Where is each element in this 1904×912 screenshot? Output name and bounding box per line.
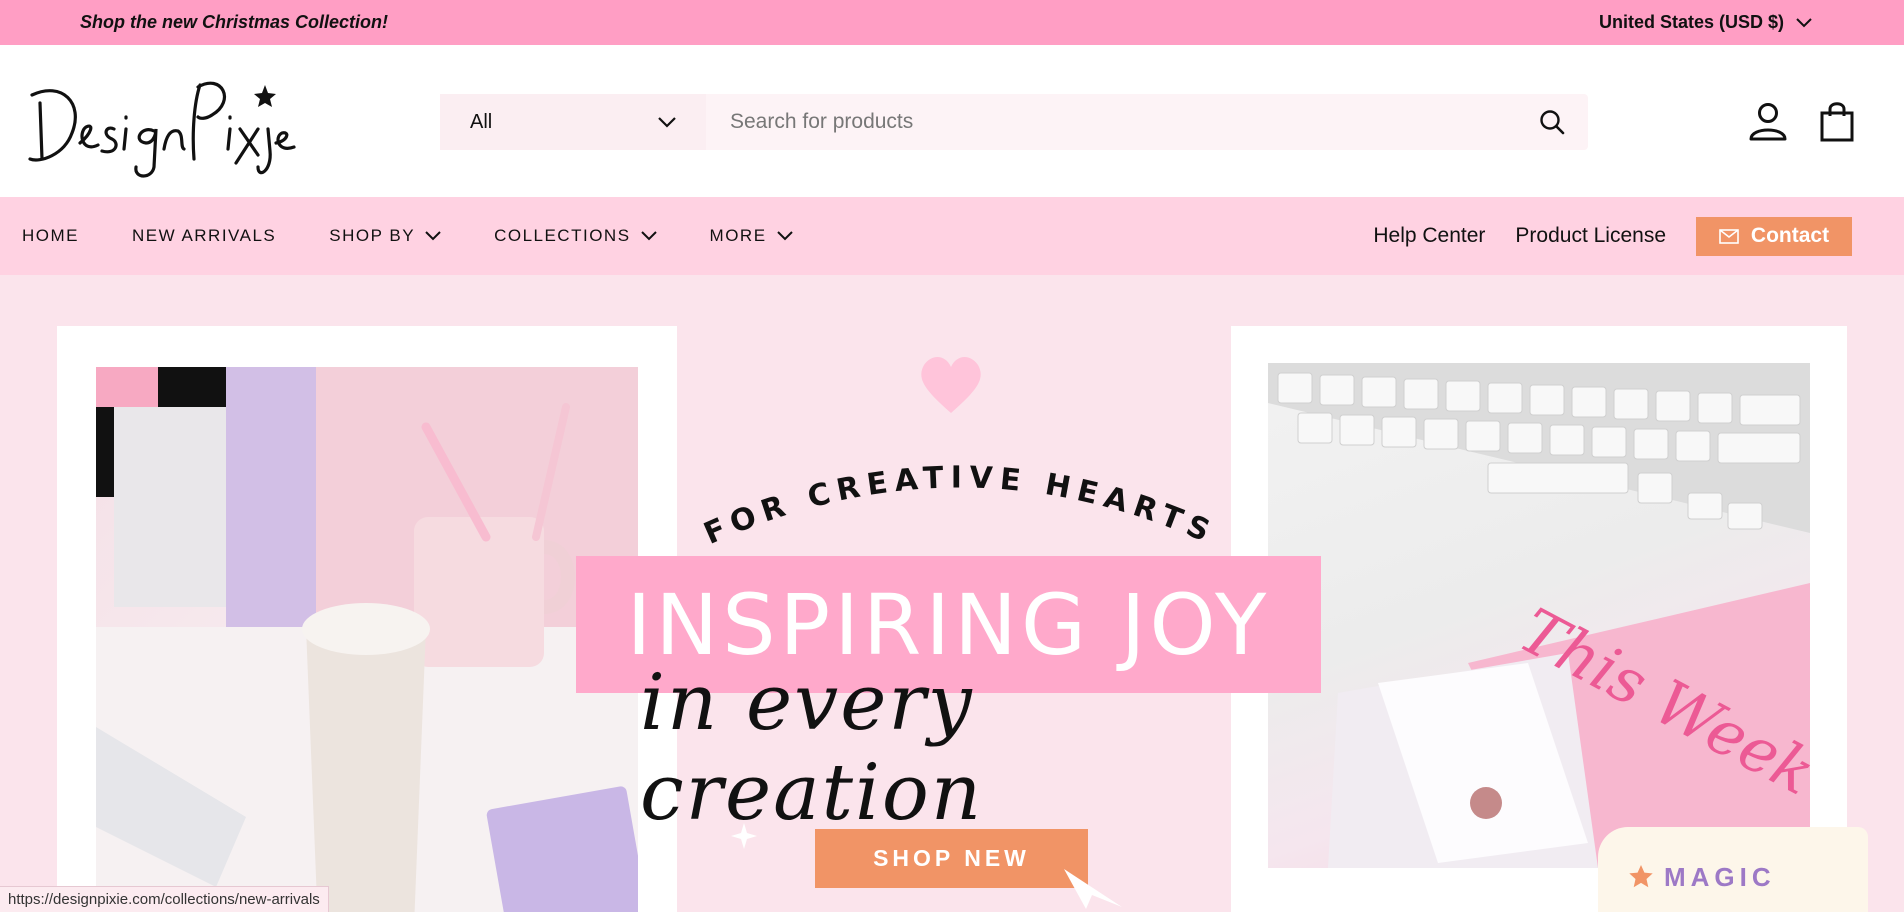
promo-link[interactable]: Shop the new Christmas Collection! [80,12,388,33]
nav-item-label: COLLECTIONS [494,226,631,245]
announcement-bar: Shop the new Christmas Collection! Unite… [0,0,1904,45]
magic-badge: MAGIC [1598,827,1868,912]
chevron-down-icon [425,231,441,241]
nav-item-label: MORE [709,226,767,245]
arc-tagline-text: FOR CREATIVE HEARTS [700,460,1214,545]
keyboard-illustration: This Week [1268,363,1810,868]
mail-icon [1719,228,1739,244]
main-navigation: HOME NEW ARRIVALS SHOP BY COLLECTIONS MO… [0,197,1904,275]
magic-badge-text: MAGIC [1664,861,1776,892]
hero-script-line: in every creation [640,658,984,838]
nav-item-shop-by[interactable]: SHOP BY [329,226,441,246]
hero-photo-frame-right: This Week [1231,326,1847,912]
chevron-down-icon [658,116,676,128]
nav-item-new-arrivals[interactable]: NEW ARRIVALS [132,226,276,246]
search-input[interactable] [706,94,1516,150]
contact-button-label: Contact [1750,224,1830,247]
nav-item-home[interactable]: HOME [22,226,79,246]
account-icon[interactable] [1748,101,1788,141]
site-header: All [0,45,1904,197]
logo-wordmark [28,81,296,178]
region-selector[interactable]: United States (USD $) [1599,12,1812,33]
product-license-link[interactable]: Product License [1515,224,1666,248]
nav-utility-links: Help Center Product License Contact [1373,197,1852,275]
logo[interactable] [22,63,304,181]
star-icon [1629,865,1653,888]
chevron-down-icon [776,231,793,241]
nav-item-label: SHOP BY [329,226,416,245]
region-label: United States (USD $) [1598,12,1784,32]
heart-icon [921,356,981,413]
search-bar: All [440,94,1588,150]
nav-item-collections[interactable]: COLLECTIONS [494,226,657,246]
chevron-down-icon [1796,17,1812,27]
shop-new-button[interactable]: SHOP NEW [815,829,1088,888]
cart-bag-icon[interactable] [1820,100,1854,142]
nav-item-label: NEW ARRIVALS [132,226,277,245]
search-button[interactable] [1516,94,1588,150]
desk-illustration [96,367,638,912]
contact-button[interactable]: Contact [1696,216,1852,256]
nav-item-label: HOME [22,226,79,245]
search-category-value: All [470,110,493,133]
hero-photo-keyboard: This Week [1268,363,1810,868]
cursor-arrow-icon [1064,869,1122,909]
hero-photo-desk [96,367,638,912]
search-category-select[interactable]: All [440,94,706,150]
search-icon [1540,110,1565,135]
arc-tagline: FOR CREATIVE HEARTS [700,460,1220,545]
browser-status-url: https://designpixie.com/collections/new-… [0,886,329,912]
star-sparkle-icon [731,823,757,849]
nav-item-more[interactable]: MORE [710,226,793,246]
help-center-link[interactable]: Help Center [1373,224,1485,248]
hero-banner[interactable]: This Week FOR CREATIVE HEARTS INSPIRING … [0,275,1904,912]
svg-text:FOR CREATIVE HEARTS: FOR CREATIVE HEARTS [700,460,1220,545]
chevron-down-icon [640,231,657,241]
